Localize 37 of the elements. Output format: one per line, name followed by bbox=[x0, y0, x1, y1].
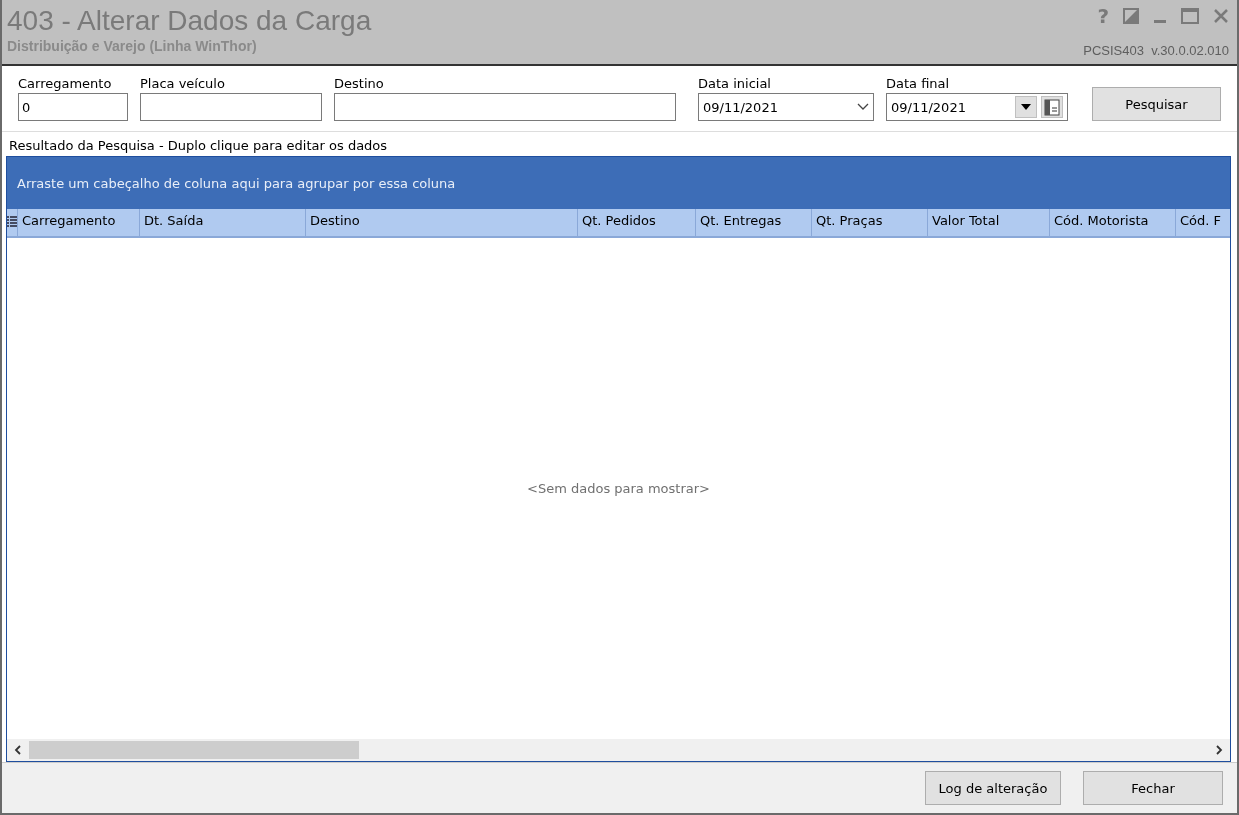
scroll-left-icon[interactable] bbox=[14, 745, 22, 755]
version-label: PCSIS403 v.30.0.02.010 bbox=[1083, 43, 1229, 58]
group-title: Resultado da Pesquisa - Duplo clique para editar os dados bbox=[8, 138, 389, 155]
search-button[interactable]: Pesquisar bbox=[1092, 87, 1221, 121]
column-header[interactable]: Qt. Entregas bbox=[696, 209, 812, 236]
column-chooser-icon[interactable] bbox=[7, 216, 17, 229]
column-header[interactable]: Qt. Praças bbox=[812, 209, 928, 236]
field-label: Data inicial bbox=[698, 76, 772, 91]
restore-icon[interactable] bbox=[1123, 8, 1139, 24]
column-header[interactable]: Qt. Pedidos bbox=[578, 209, 696, 236]
scrollbar-thumb[interactable] bbox=[29, 741, 359, 759]
input-field[interactable]: 0 bbox=[18, 93, 128, 121]
input-field[interactable] bbox=[334, 93, 676, 121]
date-field[interactable]: 09/11/2021 bbox=[886, 93, 1068, 121]
empty-message: <Sem dados para mostrar> bbox=[527, 481, 710, 496]
chevron-down-icon bbox=[857, 103, 869, 111]
field-label: Destino bbox=[334, 76, 385, 91]
field-label: Data final bbox=[886, 76, 951, 91]
column-header[interactable]: Cód. Motorista bbox=[1050, 209, 1176, 236]
maximize-icon[interactable] bbox=[1181, 8, 1199, 24]
calendar-icon[interactable] bbox=[1044, 98, 1060, 116]
column-header[interactable]: Carregamento bbox=[18, 209, 140, 236]
input-field[interactable] bbox=[140, 93, 322, 121]
column-header[interactable]: Destino bbox=[306, 209, 578, 236]
close-icon[interactable] bbox=[1213, 8, 1229, 24]
window-title: 403 - Alterar Dados da Carga bbox=[7, 4, 372, 38]
column-header[interactable]: Cód. F bbox=[1176, 209, 1230, 236]
column-header[interactable]: Dt. Saída bbox=[140, 209, 306, 236]
caret-down-icon[interactable] bbox=[1021, 104, 1031, 110]
field-label: Carregamento bbox=[18, 76, 113, 91]
scroll-right-icon[interactable] bbox=[1215, 745, 1223, 755]
date-field[interactable]: 09/11/2021 bbox=[698, 93, 874, 121]
field-label: Placa veículo bbox=[140, 76, 226, 91]
log-button[interactable]: Log de alteração bbox=[925, 771, 1061, 805]
column-header[interactable]: Valor Total bbox=[928, 209, 1050, 236]
group-hint: Arraste um cabeçalho de coluna aqui para agrupar por essa coluna bbox=[17, 175, 456, 191]
close-button[interactable]: Fechar bbox=[1083, 771, 1223, 805]
